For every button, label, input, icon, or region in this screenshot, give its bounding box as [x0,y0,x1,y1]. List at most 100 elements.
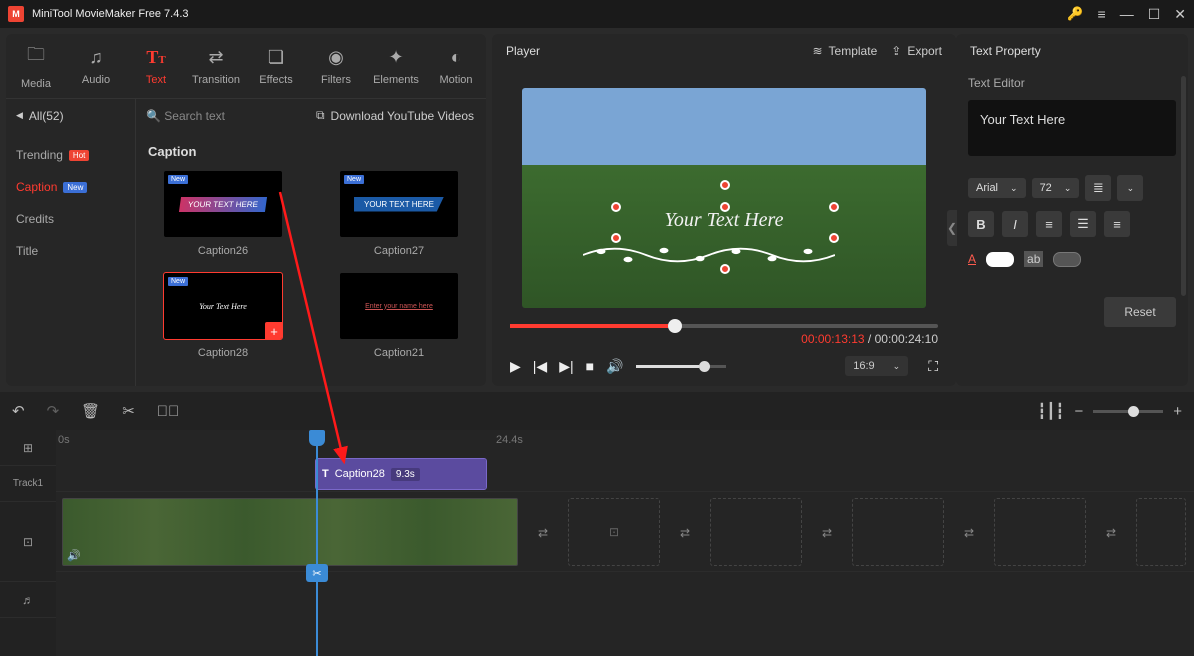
add-track-button[interactable]: ⊞ [0,430,56,466]
overlay-text[interactable]: Your Text Here [522,209,926,232]
highlight-color-label: ab [1024,251,1043,267]
minimize-button[interactable]: — [1120,7,1134,21]
fit-button[interactable]: ┇┃┇ [1037,402,1064,420]
titlebar: M MiniTool MovieMaker Free 7.4.3 🔑 ≡ — ☐… [0,0,1194,28]
crop-button[interactable]: ✂⃞ [157,403,180,420]
playback-progress[interactable] [510,324,938,328]
redo-button[interactable]: ↷ [47,402,60,420]
export-button[interactable]: ⇪ Export [891,44,942,58]
caption-thumb-28[interactable]: NewYour Text Here+ Caption28 [148,273,298,359]
app-logo: M [8,6,24,22]
timeline-lanes[interactable]: 0s 24.4s TCaption289.3s ⇄ ⊡ ⇄ ⇄ ⇄ ⇄ [56,430,1194,656]
video-clip-main[interactable] [62,498,518,566]
timeline-toolbar: ↶ ↷ 🗑 ✂ ✂⃞ ┇┃┇ − + [0,392,1194,430]
category-all[interactable]: ◀All(52) [6,99,136,132]
bold-button[interactable]: B [968,211,994,237]
tab-elements[interactable]: ✦Elements [366,47,426,86]
properties-scrollbar[interactable] [1181,76,1186,296]
split-button[interactable]: ✂ [122,402,135,420]
add-caption-button[interactable]: + [265,322,282,339]
tab-filters[interactable]: ◉Filters [306,47,366,86]
caption-thumb-27[interactable]: NewYOUR TEXT HERE Caption27 [324,171,474,257]
main-area: 🗀Media ♫Audio TTText ⇄Transition ❏Effect… [0,28,1194,392]
aspect-ratio-select[interactable]: 16:9⌄ [845,356,908,376]
section-title: Caption [148,144,474,159]
sidebar-item-caption[interactable]: CaptionNew [16,180,125,194]
line-spacing-button[interactable]: ≣ [1085,175,1111,201]
text-track[interactable]: TCaption289.3s [56,456,1194,492]
properties-title: Text Property [956,34,1188,68]
text-color-swatch[interactable] [986,252,1014,267]
track-header-audio[interactable]: ♬ [0,582,56,618]
close-button[interactable]: ✕ [1174,7,1186,21]
play-button[interactable]: ▶ [510,358,521,375]
video-preview[interactable]: Your Text Here [522,88,926,308]
italic-button[interactable]: I [1002,211,1028,237]
more-options-button[interactable]: ⌄ [1117,175,1143,201]
zoom-in-button[interactable]: + [1173,403,1182,420]
maximize-button[interactable]: ☐ [1148,7,1161,21]
sidebar-item-trending[interactable]: TrendingHot [16,148,125,162]
text-content-input[interactable]: Your Text Here [968,100,1176,156]
timeline-ruler[interactable]: 0s 24.4s [56,430,1194,456]
caption-thumb-21[interactable]: Enter your name here Caption21 [324,273,474,359]
time-display: 00:00:13:13 / 00:00:24:10 [492,328,956,350]
template-button[interactable]: ≋ Template [812,44,877,58]
stop-button[interactable]: ■ [586,358,594,374]
undo-button[interactable]: ↶ [12,402,25,420]
video-track[interactable]: ⇄ ⊡ ⇄ ⇄ ⇄ ⇄ [56,492,1194,572]
menu-icon[interactable]: ≡ [1098,7,1106,21]
delete-button[interactable]: 🗑 [81,402,100,420]
tab-transition[interactable]: ⇄Transition [186,47,246,86]
empty-slot-2[interactable] [710,498,802,566]
volume-icon[interactable]: 🔊 [606,358,623,375]
transition-slot-5[interactable]: ⇄ [1096,520,1126,546]
track-header-text[interactable]: Track1 [0,466,56,502]
text-color-label: A [968,252,976,266]
library-grid: Caption NewYOUR TEXT HERE Caption26 NewY… [136,132,486,386]
align-right-button[interactable]: ≡ [1104,211,1130,237]
empty-slot-5[interactable] [1136,498,1186,566]
empty-slot-3[interactable] [852,498,944,566]
zoom-out-button[interactable]: − [1074,403,1083,420]
prev-frame-button[interactable]: |◀ [533,358,547,375]
volume-slider[interactable] [636,365,726,368]
tab-audio[interactable]: ♫Audio [66,47,126,86]
empty-slot-1[interactable]: ⊡ [568,498,660,566]
tab-text[interactable]: TTText [126,47,186,86]
text-clip-caption28[interactable]: TCaption289.3s [316,459,486,489]
sidebar-item-title[interactable]: Title [16,244,125,258]
playhead-handle[interactable] [309,430,325,446]
font-family-select[interactable]: Arial⌄ [968,178,1026,198]
next-frame-button[interactable]: ▶| [559,358,573,375]
highlight-color-swatch[interactable] [1053,252,1081,267]
download-youtube-button[interactable]: ⧉Download YouTube Videos [304,108,486,123]
library-subbar: ◀All(52) 🔍 Search text ⧉Download YouTube… [6,98,486,132]
transition-slot-4[interactable]: ⇄ [954,520,984,546]
playhead-split-icon[interactable]: ✂ [306,564,328,582]
fullscreen-button[interactable]: ⛶ [928,358,938,375]
transition-slot-3[interactable]: ⇄ [812,520,842,546]
reset-button[interactable]: Reset [1104,297,1176,327]
transition-slot-2[interactable]: ⇄ [670,520,700,546]
app-title: MiniTool MovieMaker Free 7.4.3 [32,8,1059,20]
align-center-button[interactable]: ☰ [1070,211,1096,237]
playhead[interactable] [316,430,318,656]
track-headers: ⊞ Track1 ⊡ ♬ [0,430,56,656]
tab-motion[interactable]: ◐Motion [426,47,486,86]
align-left-button[interactable]: ≡ [1036,211,1062,237]
empty-slot-4[interactable] [994,498,1086,566]
tab-media[interactable]: 🗀Media [6,42,66,90]
sidebar-item-credits[interactable]: Credits [16,212,125,226]
font-size-select[interactable]: 72⌄ [1032,178,1080,198]
transition-slot-1[interactable]: ⇄ [528,520,558,546]
tab-effects[interactable]: ❏Effects [246,47,306,86]
library-sidebar: TrendingHot CaptionNew Credits Title [6,132,136,386]
track-header-video[interactable]: ⊡ [0,502,56,582]
activate-icon[interactable]: 🔑 [1067,6,1083,22]
search-input[interactable]: 🔍 Search text [136,109,304,123]
zoom-slider[interactable] [1093,410,1163,413]
caption-thumb-26[interactable]: NewYOUR TEXT HERE Caption26 [148,171,298,257]
text-editor-label: Text Editor [968,76,1176,90]
player-panel: Player ≋ Template ⇪ Export Your Text Her… [492,34,956,386]
